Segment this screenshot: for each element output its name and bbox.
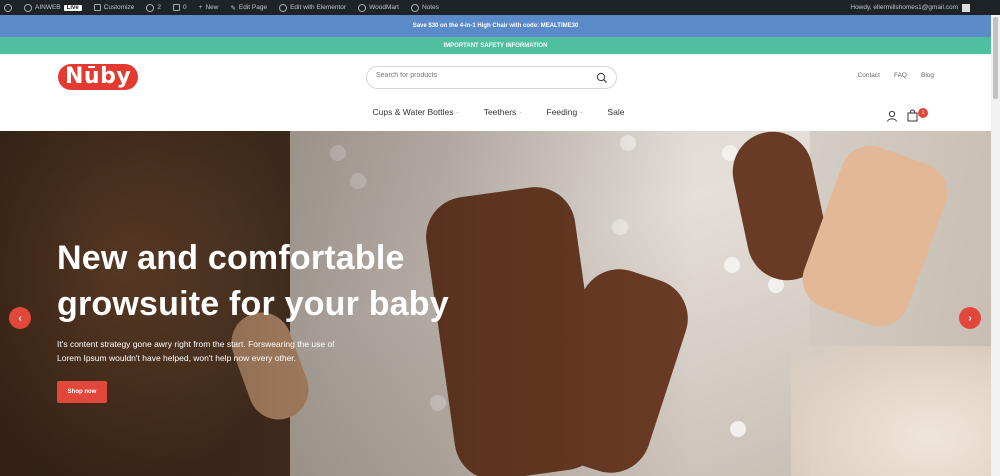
chevron-left-icon: ‹ [18,312,22,324]
nav-item-label: Teethers [483,107,517,117]
admin-site-link[interactable]: AINWEB Live [24,3,82,12]
search-icon[interactable] [596,72,608,84]
admin-notes-link[interactable]: Notes [410,3,439,12]
admin-edit-page-label: Edit Page [238,4,268,11]
hero-title: New and comfortable growsuite for your b… [57,239,449,323]
admin-notes-label: Notes [421,4,439,11]
admin-new-label: New [205,4,219,11]
shopping-bag-icon [907,109,918,122]
admin-customize-label: Customize [103,4,135,11]
chevron-down-icon: ⌄ [579,109,584,115]
admin-site-name: AINWEB [35,4,61,11]
nav-item-sale[interactable]: Sale [607,107,624,117]
nav-item-teethers[interactable]: Teethers ⌄ [484,107,523,117]
promo-banner: Save $30 on the 4-in-1 High Chair with c… [0,15,991,37]
refresh-icon [146,3,155,12]
wp-admin-bar: AINWEB Live Customize 2 0 + New ✎ Edit P… [0,0,1000,15]
admin-edit-elementor-link[interactable]: Edit with Elementor [279,3,347,12]
logo-text: Nūby [58,64,139,90]
scrollbar-thumb[interactable] [993,17,998,99]
admin-woodmart-label: WoodMart [369,4,399,11]
safety-banner[interactable]: IMPORTANT SAFETY INFORMATION [0,37,991,54]
plus-icon: + [198,4,203,11]
site-logo[interactable]: Nūby ™ [58,64,139,94]
comment-icon [173,4,181,11]
admin-comments-count: 0 [183,4,187,11]
admin-new-link[interactable]: + New [199,4,219,11]
home-icon [24,3,32,12]
promo-text: Save $30 on the 4-in-1 High Chair with c… [412,23,579,29]
wordpress-logo-icon[interactable] [4,3,12,12]
pencil-icon: ✎ [230,4,236,12]
slider-next-button[interactable]: › [959,307,981,329]
nav-item-label: Cups & Water Bottles [372,107,454,117]
faq-link[interactable]: FAQ [894,72,907,79]
blog-link[interactable]: Blog [921,72,934,79]
header-icons: 1 [886,108,928,123]
admin-updates-link[interactable]: 2 [146,3,162,12]
site-header: Nūby ™ Contact FAQ Blog Cups & Water Bot… [0,54,991,131]
slider-prev-button[interactable]: ‹ [9,307,31,329]
admin-woodmart-link[interactable]: WoodMart [358,3,399,12]
hero-description: It's content strategy gone awry right fr… [57,339,335,363]
nav-item-label: Feeding [546,107,578,117]
shop-now-button[interactable]: Shop now [57,381,107,403]
woodmart-icon [358,3,367,12]
search-input[interactable] [376,72,591,79]
admin-customize-link[interactable]: Customize [93,4,135,11]
avatar [962,3,970,12]
notes-icon [410,3,419,12]
nav-item-label: Sale [607,107,625,117]
admin-greeting: Howdy, ellermillshomes1@gmail.com [850,4,958,11]
nav-item-feeding[interactable]: Feeding ⌄ [547,107,584,117]
admin-updates-count: 2 [157,4,162,11]
admin-account-menu[interactable]: Howdy, ellermillshomes1@gmail.com [850,0,970,15]
page-scrollbar[interactable] [991,15,1000,476]
search-box [366,66,617,89]
trademark-symbol: ™ [127,78,132,84]
brush-icon [93,4,101,11]
chevron-right-icon: › [968,312,972,324]
top-links: Contact FAQ Blog [858,72,934,79]
admin-edit-elementor-label: Edit with Elementor [290,4,347,11]
hero-slider: New and comfortable growsuite for your b… [0,131,991,476]
cart-button[interactable]: 1 [906,108,928,123]
admin-comments-link[interactable]: 0 [173,4,187,11]
chevron-down-icon: ⌄ [518,109,523,115]
safety-link[interactable]: IMPORTANT SAFETY INFORMATION [444,43,548,49]
contact-link[interactable]: Contact [858,72,880,79]
page: AINWEB Live Customize 2 0 + New ✎ Edit P… [0,0,1000,476]
admin-edit-page-link[interactable]: ✎ Edit Page [230,4,267,12]
elementor-icon [279,3,288,12]
chevron-down-icon: ⌄ [455,109,460,115]
nav-item-cups[interactable]: Cups & Water Bottles ⌄ [373,107,460,117]
user-icon[interactable] [886,110,898,122]
main-nav: Cups & Water Bottles ⌄ Teethers ⌄ Feedin… [0,107,991,117]
live-badge: Live [63,4,82,11]
cart-count-badge: 1 [918,108,928,118]
